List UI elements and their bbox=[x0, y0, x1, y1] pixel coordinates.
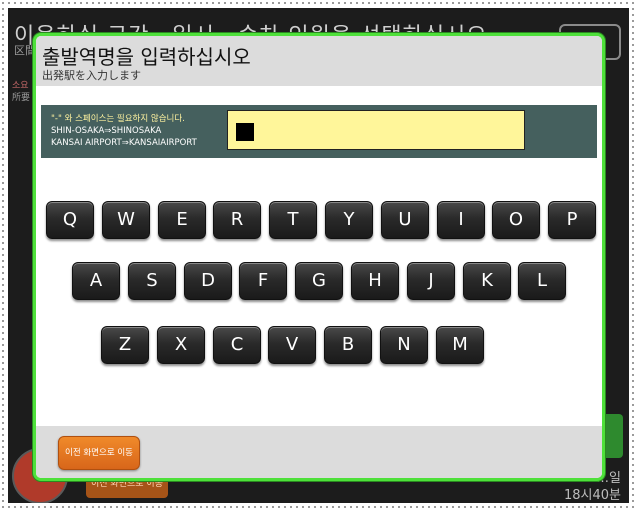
dialog-title: 출발역명을 입력하십시오 bbox=[42, 45, 251, 69]
key-x[interactable]: X bbox=[157, 326, 205, 364]
key-s[interactable]: S bbox=[128, 262, 176, 300]
key-q[interactable]: Q bbox=[46, 201, 94, 239]
background-side-label-1: 소요 bbox=[12, 81, 29, 91]
key-t[interactable]: T bbox=[269, 201, 317, 239]
key-b[interactable]: B bbox=[324, 326, 372, 364]
key-m[interactable]: M bbox=[436, 326, 484, 364]
key-j[interactable]: J bbox=[407, 262, 455, 300]
background-side-labels: 소요 所要 bbox=[12, 80, 30, 104]
key-d[interactable]: D bbox=[184, 262, 232, 300]
background-time: 18시40분 bbox=[563, 488, 621, 503]
text-cursor bbox=[236, 123, 254, 141]
input-hint: "-" 와 스페이스는 필요하지 않습니다. SHIN-OSAKA⇒SHINOS… bbox=[51, 113, 197, 149]
key-k[interactable]: K bbox=[463, 262, 511, 300]
hint-line-1: "-" 와 스페이스는 필요하지 않습니다. bbox=[51, 114, 185, 124]
back-button[interactable]: 이전 화면으로 이동 bbox=[58, 436, 140, 470]
dialog-subtitle: 出発駅を入力します bbox=[42, 69, 141, 82]
key-z[interactable]: Z bbox=[101, 326, 149, 364]
key-i[interactable]: I bbox=[437, 201, 485, 239]
key-f[interactable]: F bbox=[239, 262, 287, 300]
hint-line-3: KANSAI AIRPORT⇒KANSAIAIRPORT bbox=[51, 138, 197, 148]
key-h[interactable]: H bbox=[351, 262, 399, 300]
key-g[interactable]: G bbox=[295, 262, 343, 300]
key-l[interactable]: L bbox=[518, 262, 566, 300]
key-u[interactable]: U bbox=[381, 201, 429, 239]
key-p[interactable]: P bbox=[548, 201, 596, 239]
hint-line-2: SHIN-OSAKA⇒SHINOSAKA bbox=[51, 126, 162, 136]
dialog-footer: 이전 화면으로 이동 bbox=[36, 426, 602, 478]
key-n[interactable]: N bbox=[380, 326, 428, 364]
key-y[interactable]: Y bbox=[325, 201, 373, 239]
key-a[interactable]: A bbox=[72, 262, 120, 300]
key-v[interactable]: V bbox=[268, 326, 316, 364]
dialog-header: 출발역명을 입력하십시오 出発駅を入力します bbox=[36, 36, 602, 86]
input-panel: "-" 와 스페이스는 필요하지 않습니다. SHIN-OSAKA⇒SHINOS… bbox=[41, 105, 597, 158]
key-w[interactable]: W bbox=[102, 201, 150, 239]
key-c[interactable]: C bbox=[213, 326, 261, 364]
station-input-dialog: 출발역명을 입력하십시오 出発駅を入力します "-" 와 스페이스는 필요하지 … bbox=[33, 33, 605, 481]
key-r[interactable]: R bbox=[213, 201, 261, 239]
station-name-input[interactable] bbox=[227, 110, 525, 150]
key-e[interactable]: E bbox=[158, 201, 206, 239]
key-o[interactable]: O bbox=[492, 201, 540, 239]
background-side-label-2: 所要 bbox=[12, 93, 31, 103]
